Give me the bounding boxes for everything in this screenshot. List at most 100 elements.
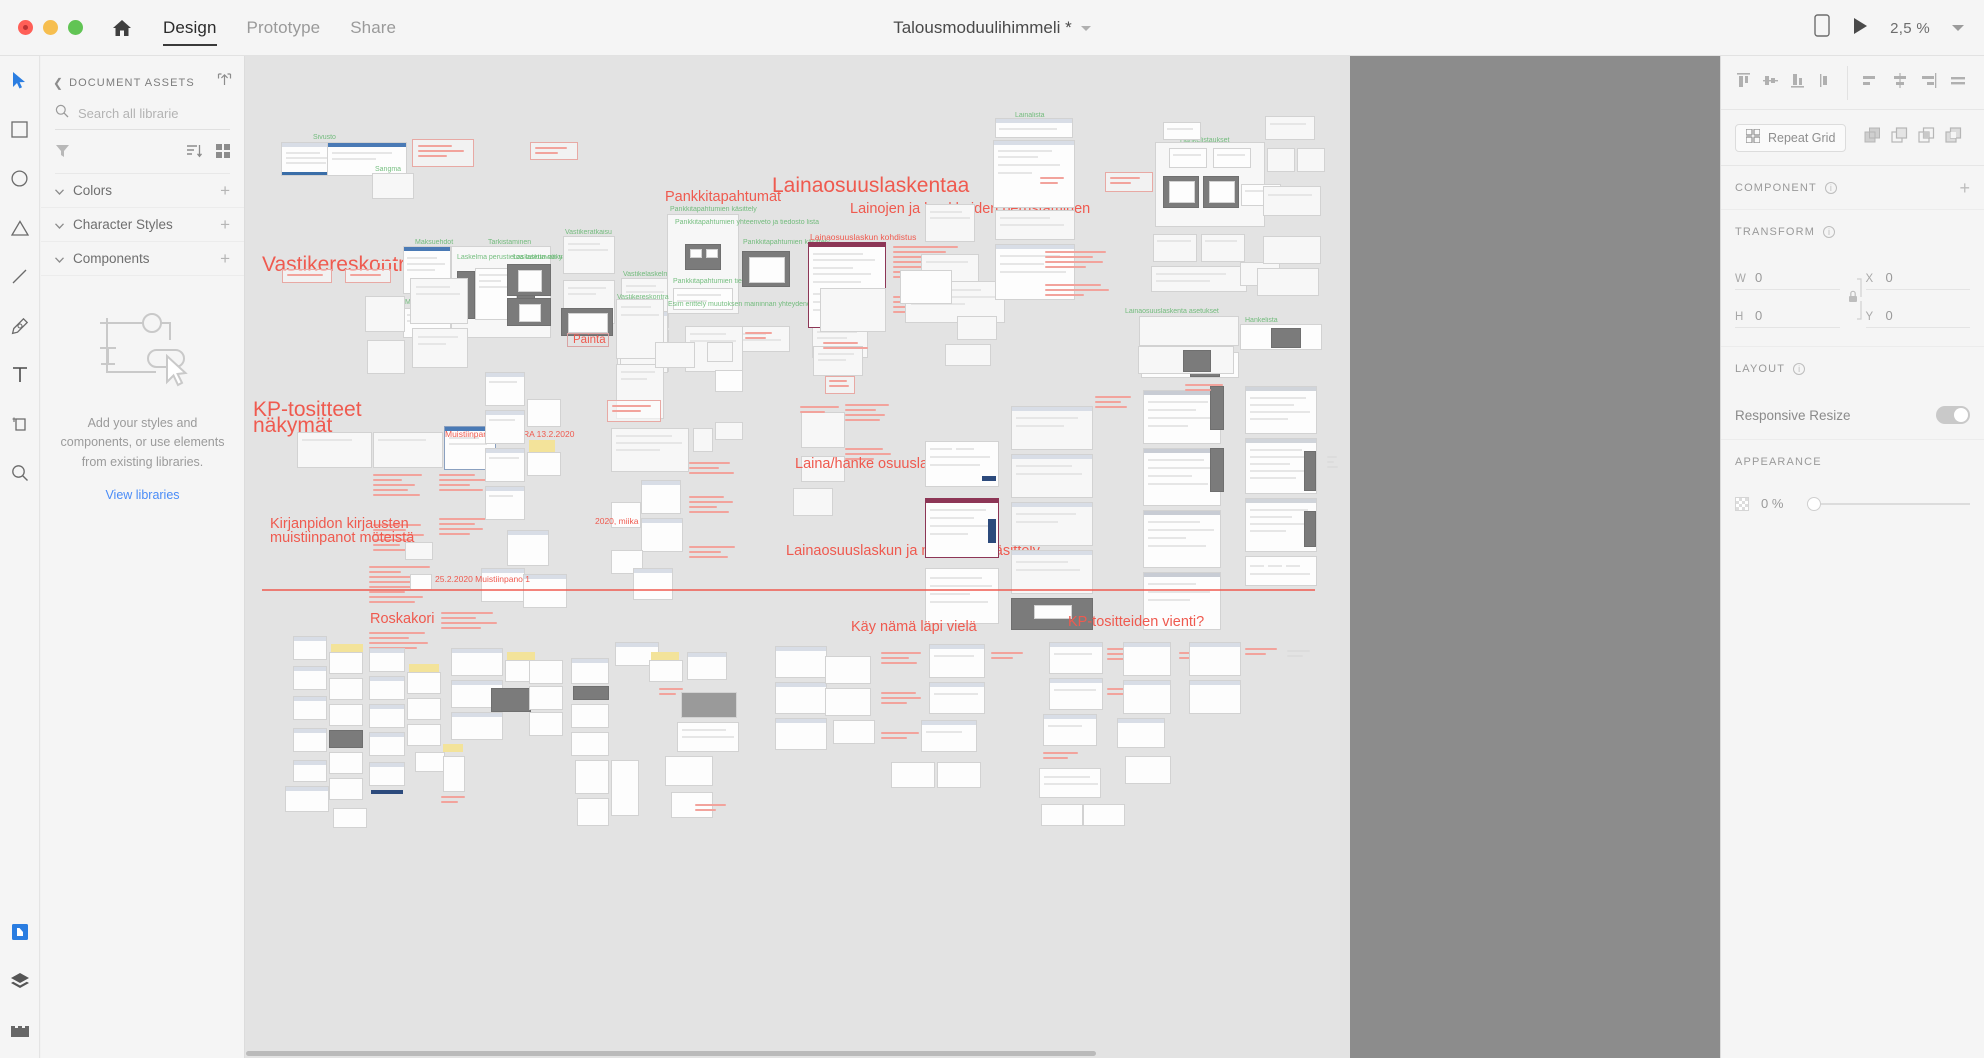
opacity-slider[interactable] (1807, 496, 1970, 511)
rectangle-tool[interactable] (0, 105, 40, 154)
wireframe-board[interactable] (485, 486, 525, 520)
wireframe-board[interactable] (333, 808, 367, 828)
play-icon[interactable] (1852, 17, 1868, 40)
wireframe-board[interactable] (1169, 148, 1207, 168)
intersect-icon[interactable] (1918, 126, 1935, 149)
lock-aspect-ratio-toggle[interactable] (1840, 275, 1866, 323)
wireframe-board[interactable] (1049, 678, 1103, 710)
wireframe-board[interactable] (491, 688, 531, 712)
wireframe-board[interactable] (775, 646, 827, 678)
wireframe-board[interactable] (611, 428, 689, 472)
wireframe-board[interactable] (293, 760, 327, 782)
wireframe-board[interactable] (1189, 680, 1241, 714)
wireframe-board[interactable] (1049, 642, 1103, 674)
wireframe-board[interactable] (925, 204, 975, 242)
wireframe-board[interactable] (1083, 804, 1125, 826)
filter-icon[interactable] (55, 144, 70, 163)
tab-prototype[interactable]: Prototype (247, 0, 321, 56)
wireframe-board[interactable] (957, 316, 997, 340)
assets-panel-toggle[interactable] (0, 907, 40, 956)
wireframe-board[interactable] (415, 752, 445, 772)
x-field[interactable]: X 0 (1865, 270, 1970, 290)
wireframe-board[interactable] (925, 498, 999, 558)
distribute-horizontal-icon[interactable] (1949, 72, 1968, 94)
wireframe-board[interactable] (801, 412, 845, 448)
wireframe-board[interactable] (655, 342, 695, 368)
wireframe-board[interactable] (925, 568, 999, 624)
info-icon[interactable]: i (1823, 226, 1836, 238)
align-vertical-center-icon[interactable] (1762, 72, 1779, 94)
wireframe-board[interactable] (365, 296, 405, 332)
wireframe-board[interactable] (1201, 234, 1245, 262)
height-field[interactable]: H 0 (1735, 308, 1840, 328)
wireframe-board[interactable] (820, 288, 886, 332)
maximize-window-button[interactable] (68, 20, 83, 35)
wireframe-board[interactable] (685, 244, 721, 270)
wireframe-board[interactable] (1151, 266, 1247, 292)
wireframe-board[interactable] (825, 688, 871, 716)
repeat-grid-button[interactable]: Repeat Grid (1735, 123, 1847, 152)
wireframe-board[interactable] (1123, 642, 1171, 676)
wireframe-board[interactable] (573, 686, 609, 700)
assets-section-character-styles[interactable]: Character Styles + (41, 208, 244, 242)
wireframe-board[interactable] (1263, 186, 1321, 216)
wireframe-board[interactable] (742, 251, 790, 287)
wireframe-board[interactable] (681, 692, 737, 718)
wireframe-board[interactable] (561, 308, 613, 336)
wireframe-board[interactable] (293, 728, 327, 752)
sort-icon[interactable] (186, 144, 203, 163)
wireframe-board[interactable] (407, 698, 441, 720)
wireframe-board[interactable] (372, 173, 414, 199)
wireframe-board[interactable] (329, 652, 363, 674)
wireframe-board[interactable] (369, 704, 405, 728)
wireframe-board[interactable] (921, 720, 977, 752)
wireframe-board[interactable] (707, 342, 733, 362)
y-field[interactable]: Y 0 (1865, 308, 1970, 328)
wireframe-board[interactable] (571, 704, 609, 728)
wireframe-board[interactable] (995, 118, 1073, 138)
wireframe-board[interactable] (649, 660, 683, 682)
wireframe-board[interactable] (1138, 346, 1234, 374)
wireframe-board[interactable] (1203, 176, 1239, 208)
wireframe-board[interactable] (665, 756, 713, 786)
wireframe-board[interactable] (1143, 510, 1221, 568)
canvas-viewport[interactable]: Sivusto Sangma Vastikereskontraa Maksueh… (245, 56, 1720, 1058)
wireframe-board[interactable] (485, 372, 525, 406)
wireframe-board[interactable] (1297, 148, 1325, 172)
layers-panel-toggle[interactable] (0, 956, 40, 1005)
wireframe-board[interactable] (1043, 714, 1097, 746)
chevron-left-icon[interactable]: ❮ (53, 76, 63, 90)
wireframe-board[interactable] (329, 704, 363, 726)
wireframe-board[interactable] (775, 718, 827, 750)
wireframe-board[interactable] (641, 518, 683, 552)
wireframe-board[interactable] (507, 298, 551, 326)
wireframe-board[interactable] (833, 720, 875, 744)
artboard-canvas[interactable]: Sivusto Sangma Vastikereskontraa Maksueh… (245, 56, 1350, 1058)
minimize-window-button[interactable] (43, 20, 58, 35)
wireframe-board[interactable] (1245, 386, 1317, 434)
wireframe-board[interactable] (407, 672, 441, 694)
wireframe-board[interactable] (485, 410, 525, 444)
wireframe-board[interactable] (293, 696, 327, 720)
distribute-right-icon[interactable] (1920, 72, 1939, 94)
wireframe-board[interactable] (641, 480, 681, 514)
home-icon[interactable] (109, 15, 135, 41)
wireframe-board[interactable] (775, 682, 827, 714)
wireframe-board[interactable] (527, 452, 561, 476)
wireframe-board[interactable] (285, 786, 329, 812)
wireframe-board[interactable] (329, 678, 363, 700)
wireframe-board[interactable] (507, 264, 551, 296)
wireframe-board[interactable] (410, 574, 432, 590)
add-color-button[interactable]: + (220, 182, 230, 199)
wireframe-board[interactable] (1245, 498, 1317, 552)
wireframe-board[interactable] (571, 732, 609, 756)
tab-share[interactable]: Share (350, 0, 396, 56)
wireframe-board[interactable] (993, 140, 1075, 208)
wireframe-board[interactable] (329, 730, 363, 748)
wireframe-board[interactable] (1267, 148, 1295, 172)
wireframe-board[interactable] (571, 658, 609, 684)
wireframe-board[interactable] (577, 798, 609, 826)
zoom-tool[interactable] (0, 448, 40, 497)
distribute-center-icon[interactable] (1891, 72, 1910, 94)
align-top-icon[interactable] (1735, 72, 1752, 94)
